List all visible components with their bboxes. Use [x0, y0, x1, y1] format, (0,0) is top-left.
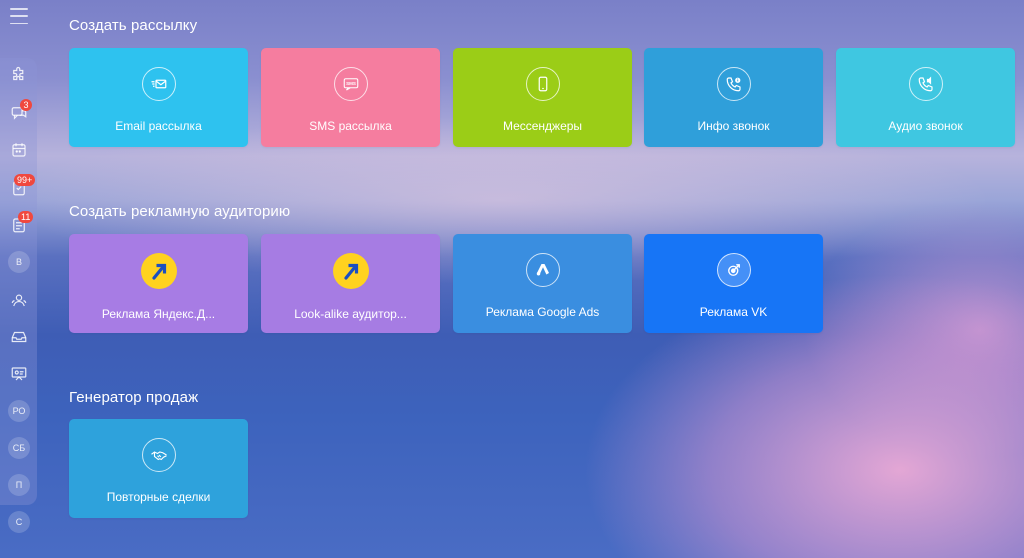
- tasks-badge: 99+: [14, 174, 36, 186]
- email-campaign-tile[interactable]: Email рассылка: [69, 48, 248, 147]
- lookalike-audience-tile[interactable]: Look-alike аудитор...: [261, 234, 440, 333]
- repeat-deals-tile[interactable]: Повторные сделки: [69, 419, 248, 518]
- calendar-icon[interactable]: [9, 140, 29, 160]
- section-title: Создать рассылку: [69, 17, 198, 34]
- sms-campaign-tile[interactable]: SMS SMS рассылка: [261, 48, 440, 147]
- document-badge: 11: [18, 211, 34, 223]
- presentation-icon[interactable]: [9, 364, 29, 384]
- contacts-icon[interactable]: [9, 290, 29, 310]
- tile-label: Look-alike аудитор...: [294, 307, 407, 321]
- google-ads-icon: [525, 253, 560, 287]
- hamburger-icon[interactable]: [10, 8, 28, 24]
- tile-label: Инфо звонок: [697, 119, 770, 133]
- yandex-direct-ad-tile[interactable]: Реклама Яндекс.Д...: [69, 234, 248, 333]
- puzzle-icon[interactable]: [9, 65, 29, 85]
- avatar[interactable]: П: [8, 474, 30, 496]
- yandex-direct-icon: [140, 253, 177, 289]
- tile-label: Повторные сделки: [106, 490, 211, 504]
- avatar[interactable]: СБ: [8, 437, 30, 459]
- svg-text:SMS: SMS: [346, 81, 356, 86]
- tile-label: Email рассылка: [115, 119, 202, 133]
- tile-label: Аудио звонок: [888, 119, 963, 133]
- handshake-icon: [141, 438, 176, 472]
- phone-info-icon: [716, 67, 751, 101]
- sms-icon: SMS: [333, 67, 368, 101]
- tile-label: Реклама Google Ads: [485, 305, 600, 319]
- smartphone-icon: [525, 67, 560, 101]
- section-title: Генератор продаж: [69, 389, 199, 406]
- messengers-tile[interactable]: Мессенджеры: [453, 48, 632, 147]
- section-title: Создать рекламную аудиторию: [69, 203, 291, 220]
- chat-badge: 3: [20, 99, 32, 111]
- tile-label: Реклама Яндекс.Д...: [101, 307, 216, 321]
- sidebar: 3 99+ 11 В РО СБ П С: [0, 0, 38, 558]
- info-call-tile[interactable]: Инфо звонок: [644, 48, 823, 147]
- vk-ad-tile[interactable]: Реклама VK: [644, 234, 823, 333]
- avatar[interactable]: В: [8, 251, 30, 273]
- phone-audio-icon: [908, 67, 943, 101]
- audio-call-tile[interactable]: Аудио звонок: [836, 48, 1015, 147]
- tile-label: Мессенджеры: [502, 119, 583, 133]
- inbox-icon[interactable]: [9, 327, 29, 347]
- google-ads-tile[interactable]: Реклама Google Ads: [453, 234, 632, 333]
- email-send-icon: [141, 67, 176, 101]
- tile-label: Реклама VK: [699, 305, 768, 319]
- avatar[interactable]: С: [8, 511, 30, 533]
- vk-target-icon: [716, 253, 751, 287]
- tile-label: SMS рассылка: [309, 119, 392, 133]
- avatar[interactable]: РО: [8, 400, 30, 422]
- yandex-direct-icon: [332, 253, 369, 289]
